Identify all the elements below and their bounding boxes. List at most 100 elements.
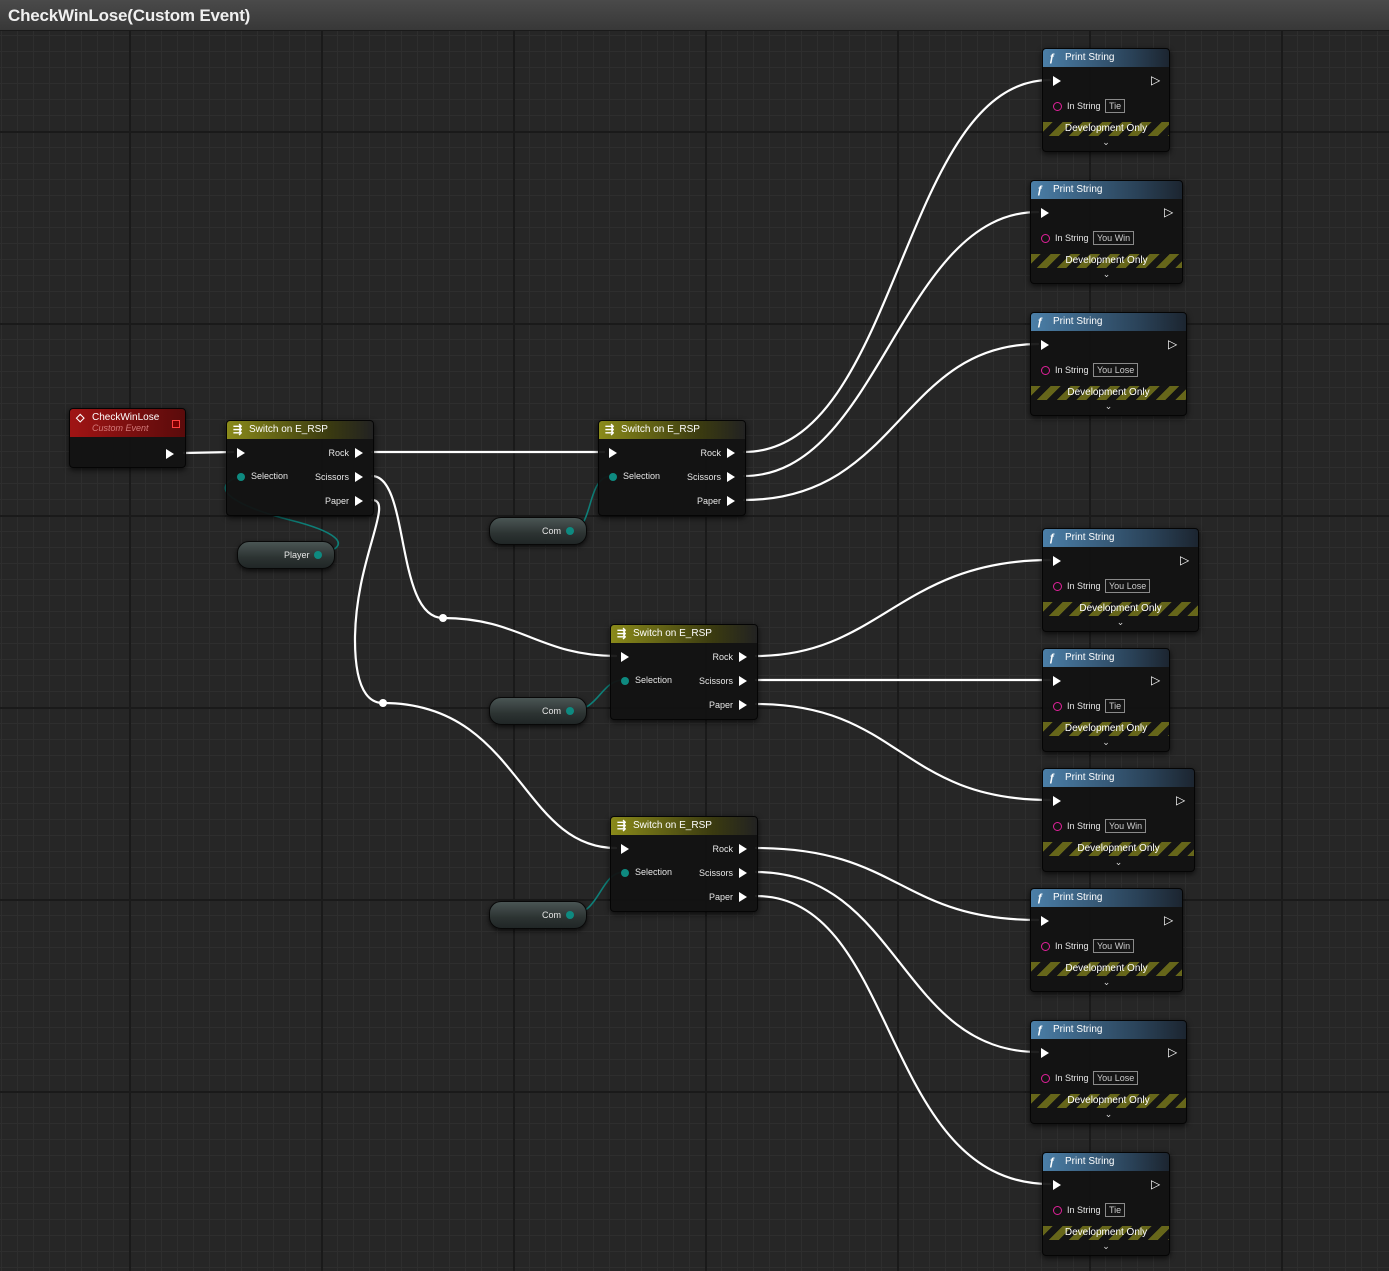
in-string-label: In String <box>1055 365 1089 375</box>
selection-pin[interactable] <box>621 869 629 877</box>
exec-out-pin[interactable]: ▷ <box>1180 554 1192 566</box>
chevron-down-icon[interactable]: ⌄ <box>1031 401 1186 412</box>
exec-wire <box>754 558 1052 658</box>
exec-out-pin[interactable]: ▷ <box>1164 206 1176 218</box>
exec-in-pin[interactable] <box>621 844 629 854</box>
exec-out-pin[interactable]: ▷ <box>1151 674 1163 686</box>
rock-exec-pin[interactable] <box>739 652 747 662</box>
in-string-input[interactable]: You Win <box>1093 231 1135 245</box>
switch-icon: ⇶ <box>233 424 243 436</box>
print-string-node[interactable]: ƒ Print String ▷ In String You Win Devel… <box>1042 768 1195 872</box>
chevron-down-icon[interactable]: ⌄ <box>1043 1241 1169 1252</box>
in-string-input[interactable]: You Lose <box>1093 363 1139 377</box>
custom-event-node[interactable]: ◇ CheckWinLose Custom Event <box>69 408 186 468</box>
exec-in-pin[interactable] <box>1053 1180 1061 1190</box>
exec-out-pin[interactable]: ▷ <box>1164 914 1176 926</box>
exec-in-pin[interactable] <box>1041 1048 1049 1058</box>
in-string-input[interactable]: You Win <box>1105 819 1147 833</box>
print-string-node[interactable]: ƒ Print String ▷ In String You Win Devel… <box>1030 180 1183 284</box>
exec-in-pin[interactable] <box>609 448 617 458</box>
print-string-node[interactable]: ƒ Print String ▷ In String You Lose Deve… <box>1030 1020 1187 1124</box>
com-variable-node[interactable]: Com <box>489 901 587 929</box>
in-string-input[interactable]: Tie <box>1105 1203 1126 1217</box>
print-string-node[interactable]: ƒ Print String ▷ In String Tie Developme… <box>1042 648 1170 752</box>
in-string-pin[interactable] <box>1041 234 1050 243</box>
exec-out-pin[interactable]: ▷ <box>1176 794 1188 806</box>
paper-exec-pin[interactable] <box>727 496 735 506</box>
print-string-node[interactable]: ƒ Print String ▷ In String You Win Devel… <box>1030 888 1183 992</box>
rock-label: Rock <box>712 844 733 854</box>
paper-label: Paper <box>708 700 733 710</box>
in-string-input[interactable]: You Lose <box>1093 1071 1139 1085</box>
print-string-node[interactable]: ƒ Print String ▷ In String Tie Developme… <box>1042 1152 1170 1256</box>
switch-node-paper[interactable]: ⇶ Switch on E_RSP Selection Rock Scissor… <box>610 816 758 912</box>
in-string-pin[interactable] <box>1041 1074 1050 1083</box>
exec-in-pin[interactable] <box>1041 340 1049 350</box>
switch-node-scissors[interactable]: ⇶ Switch on E_RSP Selection Rock Scissor… <box>610 624 758 720</box>
chevron-down-icon[interactable]: ⌄ <box>1031 269 1182 280</box>
scissors-exec-pin[interactable] <box>727 472 735 482</box>
scissors-exec-pin[interactable] <box>739 676 747 686</box>
paper-exec-pin[interactable] <box>739 892 747 902</box>
com-variable-node[interactable]: Com <box>489 517 587 545</box>
exec-in-pin[interactable] <box>621 652 629 662</box>
in-string-input[interactable]: You Lose <box>1105 579 1151 593</box>
in-string-input[interactable]: Tie <box>1105 99 1126 113</box>
selection-pin[interactable] <box>609 473 617 481</box>
switch-title: Switch on E_RSP <box>633 628 712 639</box>
exec-out-pin[interactable]: ▷ <box>1168 338 1180 350</box>
com-variable-pin[interactable] <box>566 707 574 715</box>
exec-out-pin[interactable]: ▷ <box>1151 74 1163 86</box>
exec-out-pin[interactable] <box>166 449 174 459</box>
scissors-exec-pin[interactable] <box>739 868 747 878</box>
chevron-down-icon[interactable]: ⌄ <box>1043 137 1169 148</box>
print-string-title: Print String <box>1053 1024 1103 1035</box>
exec-in-pin[interactable] <box>1053 796 1061 806</box>
exec-in-pin[interactable] <box>1041 208 1049 218</box>
exec-out-pin[interactable]: ▷ <box>1168 1046 1180 1058</box>
chevron-down-icon[interactable]: ⌄ <box>1031 977 1182 988</box>
in-string-pin[interactable] <box>1053 1206 1062 1215</box>
rock-exec-pin[interactable] <box>739 844 747 854</box>
in-string-pin[interactable] <box>1053 582 1062 591</box>
in-string-pin[interactable] <box>1053 702 1062 711</box>
print-string-header: ƒ Print String <box>1043 49 1169 67</box>
player-variable-node[interactable]: Player <box>237 541 335 569</box>
exec-in-pin[interactable] <box>1053 76 1061 86</box>
exec-out-pin[interactable]: ▷ <box>1151 1178 1163 1190</box>
print-string-title: Print String <box>1065 652 1115 663</box>
exec-in-pin[interactable] <box>1053 676 1061 686</box>
paper-exec-pin[interactable] <box>355 496 363 506</box>
selection-pin[interactable] <box>621 677 629 685</box>
paper-exec-pin[interactable] <box>739 700 747 710</box>
in-string-pin[interactable] <box>1041 366 1050 375</box>
print-string-node[interactable]: ƒ Print String ▷ In String Tie Developme… <box>1042 48 1170 152</box>
event-subtitle: Custom Event <box>92 423 149 433</box>
selection-pin[interactable] <box>237 473 245 481</box>
com-variable-pin[interactable] <box>566 911 574 919</box>
rock-exec-pin[interactable] <box>727 448 735 458</box>
print-string-node[interactable]: ƒ Print String ▷ In String You Lose Deve… <box>1030 312 1187 416</box>
exec-in-pin[interactable] <box>237 448 245 458</box>
scissors-exec-pin[interactable] <box>355 472 363 482</box>
chevron-down-icon[interactable]: ⌄ <box>1031 1109 1186 1120</box>
in-string-pin[interactable] <box>1053 102 1062 111</box>
event-diamond-icon: ◇ <box>76 412 85 424</box>
chevron-down-icon[interactable]: ⌄ <box>1043 617 1198 628</box>
in-string-input[interactable]: You Win <box>1093 939 1135 953</box>
in-string-pin[interactable] <box>1053 822 1062 831</box>
rock-exec-pin[interactable] <box>355 448 363 458</box>
com-variable-node[interactable]: Com <box>489 697 587 725</box>
switch-node-player[interactable]: ⇶ Switch on E_RSP Selection Rock Scissor… <box>226 420 374 516</box>
com-variable-pin[interactable] <box>566 527 574 535</box>
exec-in-pin[interactable] <box>1053 556 1061 566</box>
in-string-pin[interactable] <box>1041 942 1050 951</box>
print-string-node[interactable]: ƒ Print String ▷ In String You Lose Deve… <box>1042 528 1199 632</box>
exec-in-pin[interactable] <box>1041 916 1049 926</box>
switch-node-rock[interactable]: ⇶ Switch on E_RSP Selection Rock Scissor… <box>598 420 746 516</box>
player-variable-pin[interactable] <box>314 551 322 559</box>
chevron-down-icon[interactable]: ⌄ <box>1043 737 1169 748</box>
delegate-pin[interactable] <box>172 420 180 428</box>
chevron-down-icon[interactable]: ⌄ <box>1043 857 1194 868</box>
in-string-input[interactable]: Tie <box>1105 699 1126 713</box>
